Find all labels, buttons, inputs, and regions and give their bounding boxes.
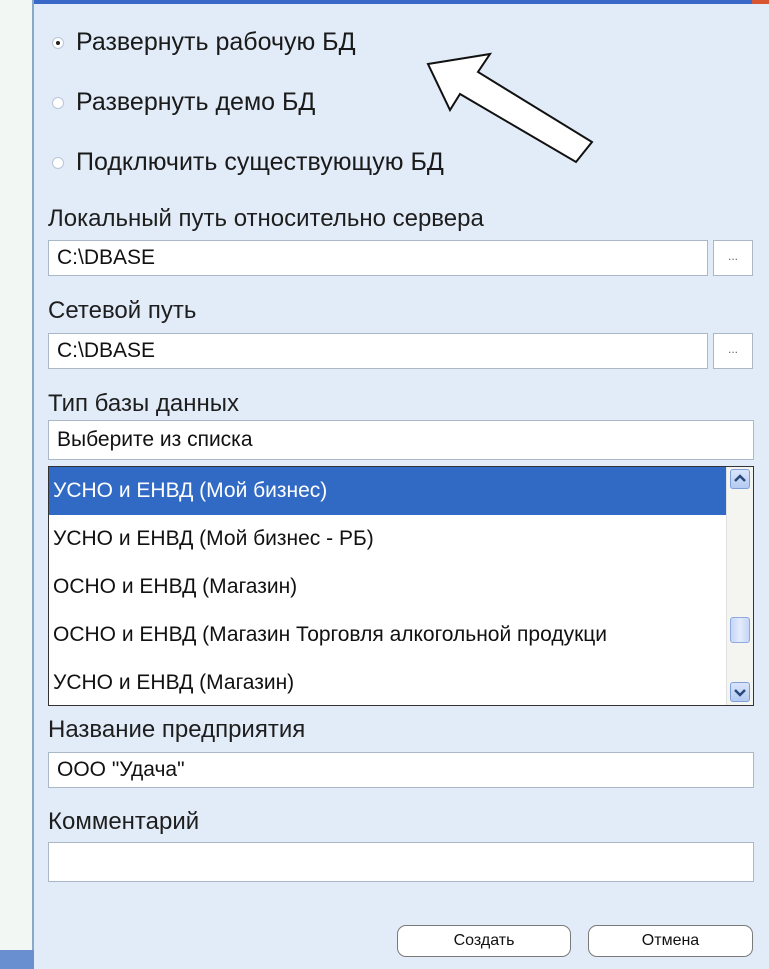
list-item[interactable]: УСНО и ЕНВД (Мой бизнес) [49,467,727,515]
db-type-label: Тип базы данных [48,390,239,417]
network-path-input[interactable]: C:\DBASE [48,333,708,369]
radio-label: Развернуть демо БД [76,88,316,116]
cancel-button[interactable]: Отмена [588,925,753,957]
scroll-down-button[interactable] [730,682,750,702]
db-type-combobox[interactable]: Выберите из списка [48,420,754,460]
background-window [0,0,34,969]
network-path-browse-button[interactable]: ... [713,333,753,369]
list-scrollbar[interactable] [726,467,753,705]
db-type-dropdown-list[interactable]: УСНО и ЕНВД (Мой бизнес) УСНО и ЕНВД (Мо… [48,466,754,706]
company-name-input[interactable]: ООО "Удача" [48,752,754,788]
chevron-up-icon [734,474,746,482]
chevron-down-icon [734,689,746,697]
radio-icon-checked[interactable] [52,36,64,49]
scroll-thumb[interactable] [730,617,750,643]
create-button[interactable]: Создать [397,925,571,957]
list-item[interactable]: УСНО и ЕНВД (Мой бизнес - РБ) [49,515,727,563]
radio-option-demo-db[interactable]: Развернуть демо БД [52,88,315,117]
local-path-label: Локальный путь относительно сервера [48,205,484,232]
comment-input[interactable] [48,842,754,882]
scroll-up-button[interactable] [730,469,750,489]
comment-label: Комментарий [48,808,200,835]
arrow-icon [426,52,594,164]
radio-option-existing-db[interactable]: Подключить существующую БД [52,148,444,177]
list-item[interactable]: ОСНО и ЕНВД (Магазин) [49,563,727,611]
list-item[interactable]: УСНО и ЕНВД (Магазин) [49,659,727,705]
radio-label: Подключить существующую БД [76,148,444,176]
radio-option-work-db[interactable]: Развернуть рабочую БД [52,28,356,57]
radio-label: Развернуть рабочую БД [76,28,356,56]
local-path-input[interactable]: C:\DBASE [48,240,708,276]
list-item[interactable]: ОСНО и ЕНВД (Магазин Торговля алкогольно… [49,611,727,659]
local-path-browse-button[interactable]: ... [713,240,753,276]
company-name-label: Название предприятия [48,716,306,743]
radio-icon[interactable] [52,156,64,169]
radio-icon[interactable] [52,96,64,109]
network-path-label: Сетевой путь [48,297,197,324]
